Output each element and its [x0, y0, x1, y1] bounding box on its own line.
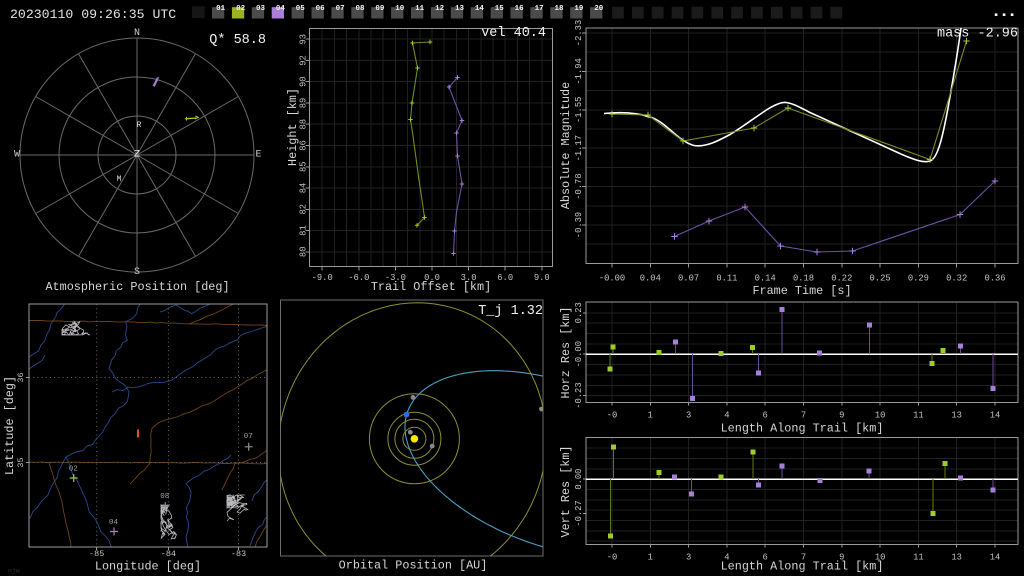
svg-text:0.36: 0.36 — [984, 274, 1005, 284]
svg-text:14: 14 — [990, 552, 1001, 562]
svg-text:6.0: 6.0 — [497, 273, 513, 283]
svg-text:20230110 09:26:35 UTC: 20230110 09:26:35 UTC — [10, 7, 176, 22]
svg-text:11: 11 — [913, 411, 924, 421]
svg-text:0.00: 0.00 — [574, 469, 584, 490]
svg-text:Height [km]: Height [km] — [286, 88, 300, 166]
svg-text:-6.0: -6.0 — [348, 273, 369, 283]
svg-text:T_j 1.32: T_j 1.32 — [478, 304, 543, 319]
svg-text:13: 13 — [951, 411, 962, 421]
svg-text:Frame Time [s]: Frame Time [s] — [752, 284, 851, 298]
svg-text:20: 20 — [594, 5, 604, 13]
svg-text:10: 10 — [395, 5, 405, 13]
svg-text:01: 01 — [216, 5, 226, 13]
svg-text:11: 11 — [415, 5, 425, 13]
svg-text:Length Along Trail [km]: Length Along Trail [km] — [721, 421, 884, 435]
svg-text:0.29: 0.29 — [908, 274, 929, 284]
svg-text:0.07: 0.07 — [678, 274, 699, 284]
svg-text:-0.27: -0.27 — [574, 500, 584, 526]
svg-text:16: 16 — [515, 5, 525, 13]
svg-text:4: 4 — [724, 411, 729, 421]
svg-text:W: W — [14, 150, 20, 161]
svg-text:Latitude [deg]: Latitude [deg] — [3, 376, 17, 475]
svg-text:Q* 58.8: Q* 58.8 — [209, 33, 266, 48]
svg-text:vel 40.4: vel 40.4 — [481, 26, 546, 41]
svg-text:Orbital Position [AU]: Orbital Position [AU] — [339, 559, 488, 573]
svg-text:19: 19 — [574, 5, 584, 13]
svg-text:-0.00: -0.00 — [574, 341, 584, 367]
svg-text:0.11: 0.11 — [716, 274, 737, 284]
svg-text:7: 7 — [801, 411, 806, 421]
svg-text:04: 04 — [276, 5, 286, 13]
svg-text:11: 11 — [913, 552, 924, 562]
svg-text:Atmospheric Position [deg]: Atmospheric Position [deg] — [45, 280, 229, 294]
svg-text:njw: njw — [8, 568, 20, 575]
svg-text:3: 3 — [686, 552, 691, 562]
svg-text:9.0: 9.0 — [534, 273, 550, 283]
svg-text:N: N — [134, 28, 140, 39]
svg-text:-0: -0 — [607, 552, 618, 562]
svg-text:15: 15 — [495, 5, 505, 13]
svg-text:-0: -0 — [607, 411, 618, 421]
svg-text:35: 35 — [16, 457, 26, 467]
svg-text:09: 09 — [375, 5, 385, 13]
svg-text:04: 04 — [109, 519, 119, 527]
svg-text:03: 03 — [256, 5, 266, 13]
svg-text:-0.23: -0.23 — [574, 382, 584, 408]
svg-text:1: 1 — [648, 411, 653, 421]
svg-text:1: 1 — [648, 552, 653, 562]
svg-text:36: 36 — [16, 372, 26, 382]
svg-text:Vert Res [km]: Vert Res [km] — [559, 445, 573, 537]
svg-text:-0.00: -0.00 — [599, 274, 625, 284]
svg-text:0.32: 0.32 — [946, 274, 967, 284]
svg-text:S: S — [134, 267, 140, 278]
svg-text:08: 08 — [355, 5, 365, 13]
svg-text:9: 9 — [839, 411, 844, 421]
svg-text:12: 12 — [435, 5, 445, 13]
svg-text:6: 6 — [763, 411, 768, 421]
svg-text:R: R — [137, 121, 142, 130]
svg-text:M: M — [117, 175, 122, 184]
svg-text:02: 02 — [236, 5, 246, 13]
svg-text:Horz Res [km]: Horz Res [km] — [559, 306, 573, 398]
svg-text:06: 06 — [316, 5, 326, 13]
svg-text:Length Along Trail [km]: Length Along Trail [km] — [721, 559, 884, 573]
svg-text:-84: -84 — [161, 549, 176, 559]
svg-text:08: 08 — [160, 493, 169, 501]
svg-text:Longitude [deg]: Longitude [deg] — [95, 559, 201, 573]
svg-text:-85: -85 — [89, 549, 104, 559]
svg-text:Z: Z — [134, 150, 140, 161]
svg-text:07: 07 — [336, 5, 345, 13]
svg-text:Absolute Magnitude: Absolute Magnitude — [559, 82, 573, 209]
svg-text:13: 13 — [951, 552, 962, 562]
svg-text:18: 18 — [554, 5, 564, 13]
svg-text:0.14: 0.14 — [755, 274, 776, 284]
svg-text:E: E — [255, 150, 261, 161]
svg-text:0.25: 0.25 — [870, 274, 891, 284]
svg-text:0.23: 0.23 — [574, 302, 584, 323]
svg-text:-9.0: -9.0 — [312, 273, 333, 283]
svg-text:0.04: 0.04 — [640, 274, 661, 284]
svg-text:05: 05 — [296, 5, 306, 13]
svg-text:Trail Offset [km]: Trail Offset [km] — [371, 280, 491, 294]
svg-text:13: 13 — [455, 5, 465, 13]
svg-text:14: 14 — [475, 5, 485, 13]
svg-text:10: 10 — [875, 411, 886, 421]
svg-text:02: 02 — [69, 466, 78, 474]
svg-text:0.18: 0.18 — [793, 274, 814, 284]
svg-text:0.22: 0.22 — [831, 274, 852, 284]
svg-text:14: 14 — [990, 411, 1001, 421]
svg-text:mass -2.96: mass -2.96 — [937, 27, 1018, 42]
svg-text:07: 07 — [244, 433, 253, 441]
svg-text:-83: -83 — [231, 549, 246, 559]
svg-text:3: 3 — [686, 411, 691, 421]
svg-text:17: 17 — [535, 5, 544, 13]
